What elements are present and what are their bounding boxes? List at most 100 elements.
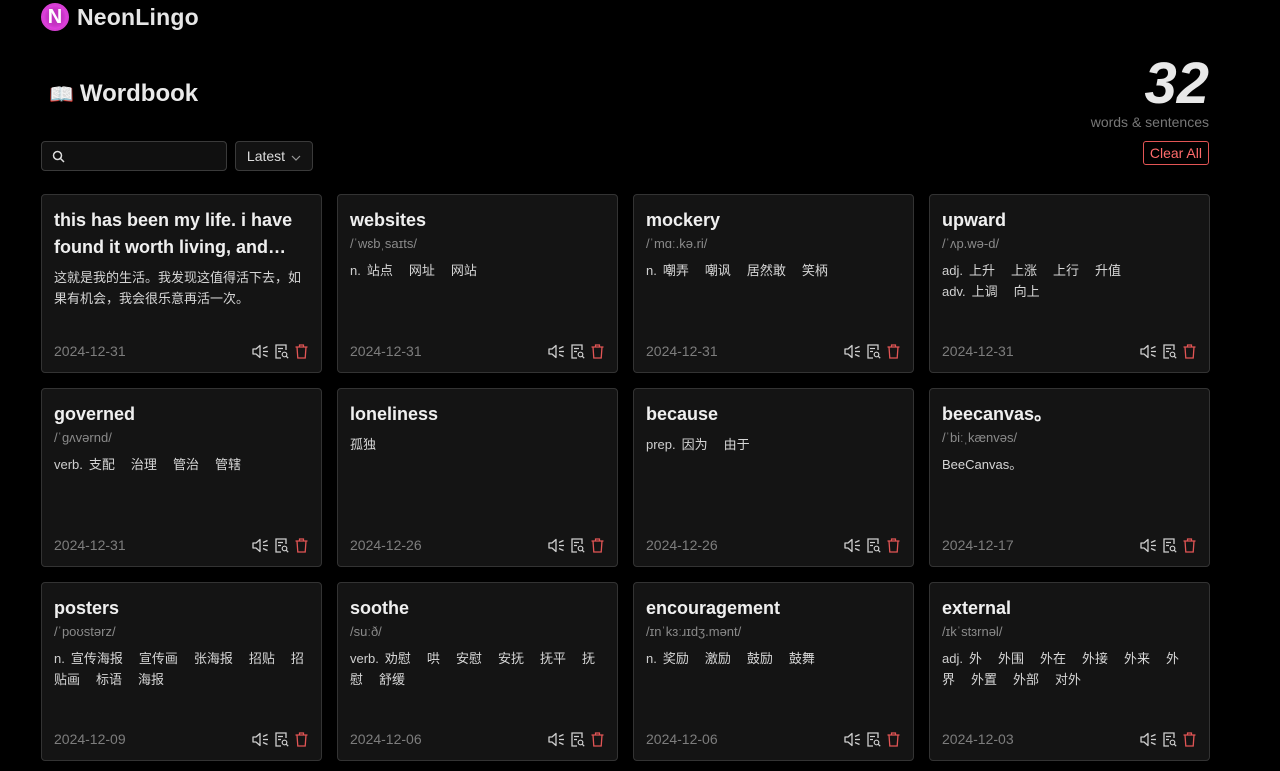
- card-date: 2024-12-26: [350, 537, 422, 553]
- meaning: 外接: [1082, 651, 1109, 666]
- detail-search-icon[interactable]: [275, 344, 289, 359]
- card-date: 2024-12-31: [350, 343, 422, 359]
- speaker-icon[interactable]: [1140, 344, 1157, 359]
- speaker-icon[interactable]: [844, 344, 861, 359]
- meaning: 哄: [426, 651, 440, 666]
- speaker-icon[interactable]: [252, 344, 269, 359]
- card-phonetic: /ɪnˈkɜːɹɪdʒ.mənt/: [646, 624, 742, 639]
- search-input[interactable]: [72, 146, 226, 168]
- card-word: loneliness: [350, 404, 439, 424]
- word-card[interactable]: websites/ˈwɛbˌsaɪts/n. 站点 网址 网站 2024-12-31: [337, 194, 618, 373]
- card-word: upward: [942, 210, 1007, 230]
- card-date: 2024-12-31: [646, 343, 718, 359]
- speaker-icon[interactable]: [252, 732, 269, 747]
- speaker-icon[interactable]: [548, 538, 565, 553]
- detail-search-icon[interactable]: [867, 732, 881, 747]
- detail-search-icon[interactable]: [275, 732, 289, 747]
- card-actions: [1140, 732, 1196, 747]
- card-word: beecanvas。: [942, 404, 1053, 424]
- card-phonetic: /ˈmɑː.kə.ri/: [646, 236, 708, 251]
- speaker-icon[interactable]: [252, 538, 269, 553]
- card-actions: [1140, 538, 1196, 553]
- wordbook-grid: this has been my life. i have found it w…: [41, 194, 1210, 761]
- word-card[interactable]: upward/ˈʌp.wə-d/adj. 上升 上涨 上行 升值 adv. 上调 向上 2024…: [929, 194, 1210, 373]
- part-of-speech: verb.: [54, 457, 83, 472]
- card-date: 2024-12-09: [54, 731, 126, 747]
- meaning: 外来: [1124, 651, 1151, 666]
- card-definitions: n. 宣传海报 宣传画 张海报 招贴 招贴画 标语 海报: [54, 648, 309, 690]
- card-definitions: adj. 外外围 外在 外接 外来 外界 外置 外部 对外: [942, 648, 1197, 690]
- meaning: 外: [968, 651, 982, 666]
- card-date: 2024-12-03: [942, 731, 1014, 747]
- speaker-icon[interactable]: [1140, 538, 1157, 553]
- word-count: 32 words & sentences: [1091, 48, 1209, 130]
- word-card[interactable]: governed/ˈɡʌvərnd/verb. 支配 治理 管治 管辖 2024-12-3…: [41, 388, 322, 567]
- trash-icon[interactable]: [1183, 732, 1196, 747]
- part-of-speech: prep.: [646, 437, 676, 452]
- speaker-icon[interactable]: [844, 732, 861, 747]
- card-phonetic: /ˈɡʌvərnd/: [54, 430, 112, 445]
- detail-search-icon[interactable]: [275, 538, 289, 553]
- word-card[interactable]: posters/ˈpoʊstərz/n. 宣传海报 宣传画 张海报 招贴 招贴画 标语 海报 2…: [41, 582, 322, 761]
- detail-search-icon[interactable]: [571, 732, 585, 747]
- card-definitions: n. 奖励 激励 鼓励 鼓舞: [646, 648, 901, 669]
- card-date: 2024-12-06: [646, 731, 718, 747]
- trash-icon[interactable]: [295, 538, 308, 553]
- trash-icon[interactable]: [591, 732, 604, 747]
- trash-icon[interactable]: [295, 732, 308, 747]
- card-definitions: prep. 因为 由于: [646, 434, 901, 455]
- definition-line: adj. 上升 上涨 上行 升值: [942, 260, 1197, 281]
- meaning: 升值: [1095, 263, 1122, 278]
- card-actions: [844, 538, 900, 553]
- definition-line: adj. 外外围 外在 外接 外来 外界 外置 外部 对外: [942, 648, 1197, 690]
- card-definitions: BeeCanvas。: [942, 454, 1197, 475]
- speaker-icon[interactable]: [548, 732, 565, 747]
- trash-icon[interactable]: [887, 732, 900, 747]
- trash-icon[interactable]: [1183, 538, 1196, 553]
- trash-icon[interactable]: [591, 344, 604, 359]
- trash-icon[interactable]: [887, 538, 900, 553]
- speaker-icon[interactable]: [1140, 732, 1157, 747]
- part-of-speech: n.: [646, 263, 657, 278]
- meaning: 奖励: [662, 651, 689, 666]
- speaker-icon[interactable]: [548, 344, 565, 359]
- word-card[interactable]: soothe/suːð/verb. 劝慰哄安慰 安抚 抚平 抚慰 舒缓 2024-12-06: [337, 582, 618, 761]
- trash-icon[interactable]: [295, 344, 308, 359]
- meaning: 嘲弄: [662, 263, 689, 278]
- brand[interactable]: N NeonLingo: [41, 3, 199, 31]
- detail-search-icon[interactable]: [571, 538, 585, 553]
- card-actions: [548, 732, 604, 747]
- card-phonetic: /ˈbiːˌkænvəs/: [942, 430, 1018, 445]
- detail-search-icon[interactable]: [867, 344, 881, 359]
- meaning: 治理: [130, 457, 157, 472]
- meaning: 管治: [172, 457, 199, 472]
- detail-search-icon[interactable]: [1163, 344, 1177, 359]
- detail-search-icon[interactable]: [1163, 538, 1177, 553]
- meaning: 宣传海报: [70, 651, 123, 666]
- meaning: 因为: [681, 437, 708, 452]
- word-card[interactable]: because prep. 因为 由于 2024-12-26: [633, 388, 914, 567]
- word-card[interactable]: beecanvas。 /ˈbiːˌkænvəs/BeeCanvas。 2024-12…: [929, 388, 1210, 567]
- word-card[interactable]: external/ɪkˈstɜrnəl/adj. 外外围 外在 外接 外来 外界 外置 外部对…: [929, 582, 1210, 761]
- sort-select[interactable]: Latest: [235, 141, 313, 171]
- detail-search-icon[interactable]: [1163, 732, 1177, 747]
- detail-search-icon[interactable]: [571, 344, 585, 359]
- word-card[interactable]: this has been my life. i have found it w…: [41, 194, 322, 373]
- card-word: because: [646, 404, 719, 424]
- trash-icon[interactable]: [591, 538, 604, 553]
- meaning: 网址: [408, 263, 435, 278]
- clear-all-button[interactable]: Clear All: [1142, 141, 1209, 165]
- definition-line: BeeCanvas。: [942, 454, 1197, 475]
- trash-icon[interactable]: [1183, 344, 1196, 359]
- word-card[interactable]: mockery/ˈmɑː.kə.ri/n. 嘲弄 嘲讽 居然敢 笑柄 2024-12-31: [633, 194, 914, 373]
- trash-icon[interactable]: [887, 344, 900, 359]
- word-card[interactable]: loneliness 孤独 2024-12-26: [337, 388, 618, 567]
- detail-search-icon[interactable]: [867, 538, 881, 553]
- search-box[interactable]: [41, 141, 227, 171]
- meaning: 激励: [704, 651, 731, 666]
- definition-line: n. 嘲弄 嘲讽 居然敢 笑柄: [646, 260, 901, 281]
- speaker-icon[interactable]: [844, 538, 861, 553]
- page-title: 📖 Wordbook: [49, 80, 198, 108]
- meaning: 站点: [366, 263, 393, 278]
- word-card[interactable]: encouragement/ɪnˈkɜːɹɪdʒ.mənt/n. 奖励 激励 鼓励 鼓舞…: [633, 582, 914, 761]
